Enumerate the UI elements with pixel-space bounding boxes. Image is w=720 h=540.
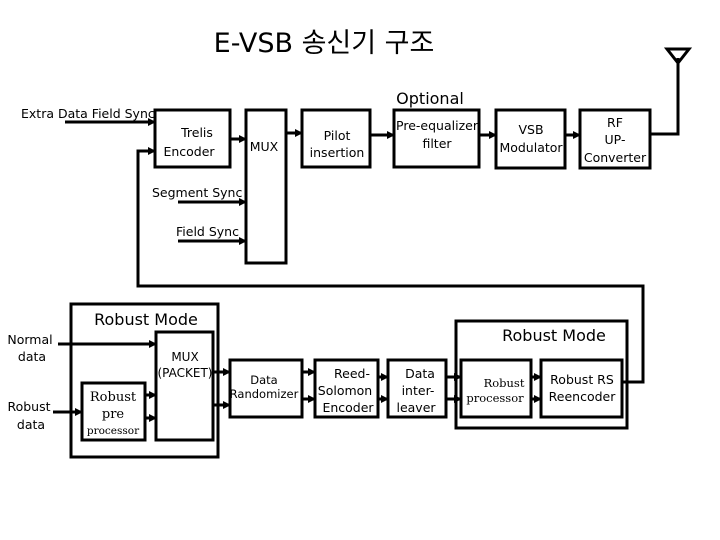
svg-text:Robust: Robust xyxy=(90,390,137,405)
evsb-block-diagram: E-VSB 송신기 구조 Optional Extra Data Field S… xyxy=(7,28,693,459)
svg-text:Robust RS: Robust RS xyxy=(550,372,614,387)
diagram-title: E-VSB 송신기 구조 xyxy=(214,28,435,59)
svg-text:Converter: Converter xyxy=(584,150,647,165)
mux-block: MUX xyxy=(244,108,288,265)
reed-solomon-encoder-block: Reed- Solomon Encoder xyxy=(313,358,380,419)
robust-rs-reencoder-block: Robust RS Reencoder xyxy=(539,358,624,419)
robust-processor-block: Robust processor xyxy=(459,358,533,419)
svg-text:processor: processor xyxy=(466,391,524,405)
pilot-insertion-block: Pilot insertion xyxy=(300,108,372,169)
data-randomizer-block: Data Randomizer xyxy=(228,358,304,419)
optional-label: Optional xyxy=(396,89,464,108)
svg-text:Modulator: Modulator xyxy=(499,140,563,155)
svg-text:Trelis: Trelis xyxy=(180,125,213,140)
robust-mode-left-label: Robust Mode xyxy=(94,310,198,329)
robust-mode-right-label: Robust Mode xyxy=(502,326,606,345)
robust-data-label-line1: Robust xyxy=(7,399,50,414)
svg-text:Pre-equalizer: Pre-equalizer xyxy=(396,118,479,133)
rf-to-antenna-wire xyxy=(650,58,680,136)
data-interleaver-block: Data inter- leaver xyxy=(386,358,448,419)
segment-sync-label: Segment Sync xyxy=(152,185,242,200)
pre-equalizer-filter-block: Pre-equalizer filter xyxy=(392,108,481,169)
svg-text:VSB: VSB xyxy=(518,122,543,137)
trelis-encoder-block: Trelis Encoder xyxy=(153,108,232,169)
svg-text:inter-: inter- xyxy=(402,383,435,398)
svg-text:MUX: MUX xyxy=(171,350,198,364)
mux-packet-block: MUX (PACKET) xyxy=(154,330,215,442)
field-sync-label: Field Sync xyxy=(176,224,239,239)
svg-text:Data: Data xyxy=(405,366,435,381)
svg-text:leaver: leaver xyxy=(396,400,436,415)
svg-text:pre: pre xyxy=(102,407,125,422)
svg-text:filter: filter xyxy=(422,136,452,151)
rf-upconverter-block: RF UP- Converter xyxy=(578,108,652,170)
svg-text:Randomizer: Randomizer xyxy=(230,387,299,401)
svg-text:Data: Data xyxy=(250,373,277,387)
svg-text:Pilot: Pilot xyxy=(324,128,351,143)
svg-text:UP-: UP- xyxy=(605,132,626,147)
svg-text:Robust: Robust xyxy=(484,376,525,390)
normal-data-label-line1: Normal xyxy=(7,332,52,347)
svg-text:Encoder: Encoder xyxy=(163,144,215,159)
svg-text:Reed-: Reed- xyxy=(334,366,370,381)
svg-text:insertion: insertion xyxy=(310,145,365,160)
svg-text:Reencoder: Reencoder xyxy=(549,389,617,404)
normal-data-label-line2: data xyxy=(18,349,46,364)
svg-text:MUX: MUX xyxy=(250,139,279,154)
robust-data-label-line2: data xyxy=(17,417,45,432)
svg-text:RF: RF xyxy=(607,115,623,130)
antenna-icon xyxy=(663,47,693,66)
robust-preprocessor-block: Robust pre processor xyxy=(80,381,147,442)
vsb-modulator-block: VSB Modulator xyxy=(494,108,567,170)
svg-text:(PACKET): (PACKET) xyxy=(158,366,213,380)
extra-data-field-sync-label: Extra Data Field Sync xyxy=(21,106,155,121)
svg-text:Solomon: Solomon xyxy=(318,383,372,398)
svg-text:Encoder: Encoder xyxy=(322,400,374,415)
svg-text:processor: processor xyxy=(87,425,140,437)
